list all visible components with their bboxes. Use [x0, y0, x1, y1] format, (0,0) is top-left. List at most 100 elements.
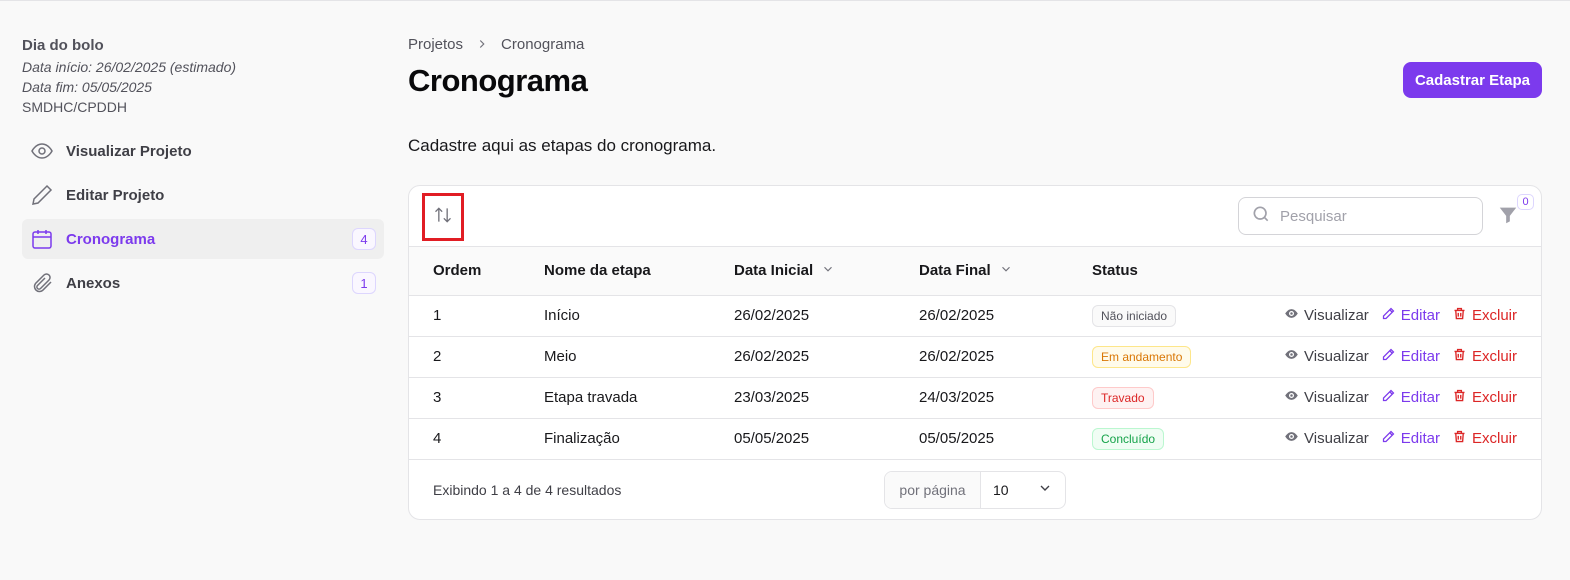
calendar-icon — [30, 227, 54, 251]
cadastrar-etapa-button[interactable]: Cadastrar Etapa — [1402, 62, 1542, 98]
cell-status: Concluído — [1092, 418, 1222, 460]
view-label: Visualizar — [1304, 430, 1369, 447]
table-footer: Exibindo 1 a 4 de 4 resultados por págin… — [409, 460, 1541, 518]
column-header-status: Status — [1092, 247, 1222, 296]
column-header-nome: Nome da etapa — [544, 247, 734, 296]
arrows-up-down-icon — [433, 205, 453, 230]
edit-icon — [1381, 429, 1401, 448]
chevron-down-icon — [1037, 480, 1053, 499]
cell-ordem: 3 — [409, 377, 544, 419]
cell-actions: Visualizar Editar Excluir — [1222, 377, 1541, 419]
cell-actions: Visualizar Editar Excluir — [1222, 418, 1541, 460]
view-label: Visualizar — [1304, 389, 1369, 406]
count-badge: 4 — [352, 228, 376, 250]
project-org: SMDHC/CPDDH — [22, 99, 127, 115]
column-header-actions — [1222, 247, 1541, 296]
cell-nome: Início — [544, 295, 734, 337]
cell-nome: Etapa travada — [544, 377, 734, 419]
per-page-select[interactable]: 10 — [981, 472, 1065, 508]
cell-data-final: 24/03/2025 — [919, 377, 1092, 419]
chevron-right-icon — [475, 37, 489, 51]
sidebar-item-visualizar-projeto[interactable]: Visualizar Projeto — [22, 131, 384, 171]
search-box — [1238, 197, 1483, 235]
sidebar-item-editar-projeto[interactable]: Editar Projeto — [22, 175, 384, 215]
delete-button[interactable]: Excluir — [1452, 429, 1517, 448]
eye-icon — [1284, 429, 1304, 448]
edit-label: Editar — [1400, 430, 1440, 447]
cell-data-final: 26/02/2025 — [919, 336, 1092, 378]
sidebar-nav: Visualizar Projeto Editar Projeto Cronog… — [22, 131, 384, 303]
edit-label: Editar — [1400, 307, 1440, 324]
page-subtitle: Cadastre aqui as etapas do cronograma. — [408, 136, 717, 155]
sidebar-item-label: Visualizar Projeto — [66, 142, 192, 160]
edit-button[interactable]: Editar — [1381, 306, 1440, 325]
cell-actions: Visualizar Editar Excluir — [1222, 336, 1541, 378]
per-page-label: por página — [885, 471, 981, 508]
schedule-table: Ordem Nome da etapa Data Inicial Data Fi… — [409, 247, 1541, 460]
edit-icon — [1381, 306, 1401, 325]
table-row: 4 Finalização 05/05/2025 05/05/2025 Concluíd… — [409, 418, 1541, 460]
breadcrumb-link-projetos[interactable]: Projetos — [408, 36, 463, 53]
breadcrumb: Projetos Cronograma — [408, 35, 1542, 53]
column-header-data-final[interactable]: Data Final — [919, 247, 1092, 296]
status-badge: Concluído — [1092, 427, 1165, 450]
eye-icon — [30, 139, 54, 163]
edit-button[interactable]: Editar — [1381, 388, 1440, 407]
filter-icon[interactable] — [1497, 204, 1519, 226]
view-button[interactable]: Visualizar — [1284, 429, 1369, 448]
table-toolbar: 0 — [409, 186, 1541, 247]
view-button[interactable]: Visualizar — [1284, 306, 1369, 325]
column-header-label: Data Final — [919, 262, 991, 280]
count-badge: 1 — [352, 272, 376, 294]
cell-status: Travado — [1092, 377, 1222, 419]
project-start-date: Data início: 26/02/2025 (estimado) — [22, 59, 237, 75]
view-button[interactable]: Visualizar — [1284, 388, 1369, 407]
trash-icon — [1452, 388, 1472, 407]
table-row: 2 Meio 26/02/2025 26/02/2025 Em andamento Vis… — [409, 336, 1541, 378]
search-input[interactable] — [1280, 207, 1470, 225]
pencil-icon — [30, 183, 54, 207]
cell-data-inicial: 26/02/2025 — [734, 295, 919, 337]
delete-button[interactable]: Excluir — [1452, 388, 1517, 407]
trash-icon — [1452, 306, 1472, 325]
sidebar-item-cronograma[interactable]: Cronograma 4 — [22, 219, 384, 259]
table-row: 3 Etapa travada 23/03/2025 24/03/2025 Travad… — [409, 377, 1541, 419]
column-header-label: Data Inicial — [734, 262, 814, 280]
cell-status: Não iniciado — [1092, 295, 1222, 337]
trash-icon — [1452, 429, 1472, 448]
delete-label: Excluir — [1471, 389, 1517, 406]
delete-label: Excluir — [1471, 348, 1517, 365]
schedule-table-card: 0 Ordem Nome da etapa Data Inicial Data … — [408, 185, 1542, 520]
per-page-control: por página 10 — [884, 470, 1066, 509]
edit-label: Editar — [1400, 389, 1440, 406]
filter-count-badge: 0 — [1517, 194, 1534, 210]
search-icon — [1251, 204, 1271, 229]
edit-button[interactable]: Editar — [1381, 347, 1440, 366]
project-title: Dia do bolo — [22, 37, 104, 54]
view-label: Visualizar — [1304, 348, 1369, 365]
sidebar-item-label: Anexos — [66, 274, 121, 292]
sidebar-item-label: Cronograma — [66, 230, 156, 248]
cell-data-inicial: 05/05/2025 — [734, 418, 919, 460]
status-badge: Travado — [1092, 386, 1154, 409]
eye-icon — [1284, 388, 1304, 407]
delete-label: Excluir — [1471, 430, 1517, 447]
sort-button[interactable] — [422, 193, 464, 241]
edit-icon — [1381, 347, 1401, 366]
breadcrumb-current: Cronograma — [501, 35, 585, 53]
cell-data-final: 26/02/2025 — [919, 295, 1092, 337]
delete-button[interactable]: Excluir — [1452, 347, 1517, 366]
cell-status: Em andamento — [1092, 336, 1222, 378]
cell-actions: Visualizar Editar Excluir — [1222, 295, 1541, 337]
sidebar-item-label: Editar Projeto — [66, 186, 165, 204]
delete-label: Excluir — [1471, 307, 1517, 324]
status-badge: Em andamento — [1092, 345, 1192, 368]
cell-data-final: 05/05/2025 — [919, 418, 1092, 460]
sidebar-item-anexos[interactable]: Anexos 1 — [22, 263, 384, 303]
table-row: 1 Início 26/02/2025 26/02/2025 Não iniciado V… — [409, 295, 1541, 337]
table-header-row: Ordem Nome da etapa Data Inicial Data Fi… — [409, 247, 1541, 296]
edit-button[interactable]: Editar — [1381, 429, 1440, 448]
delete-button[interactable]: Excluir — [1452, 306, 1517, 325]
column-header-data-inicial[interactable]: Data Inicial — [734, 247, 919, 296]
view-button[interactable]: Visualizar — [1284, 347, 1369, 366]
